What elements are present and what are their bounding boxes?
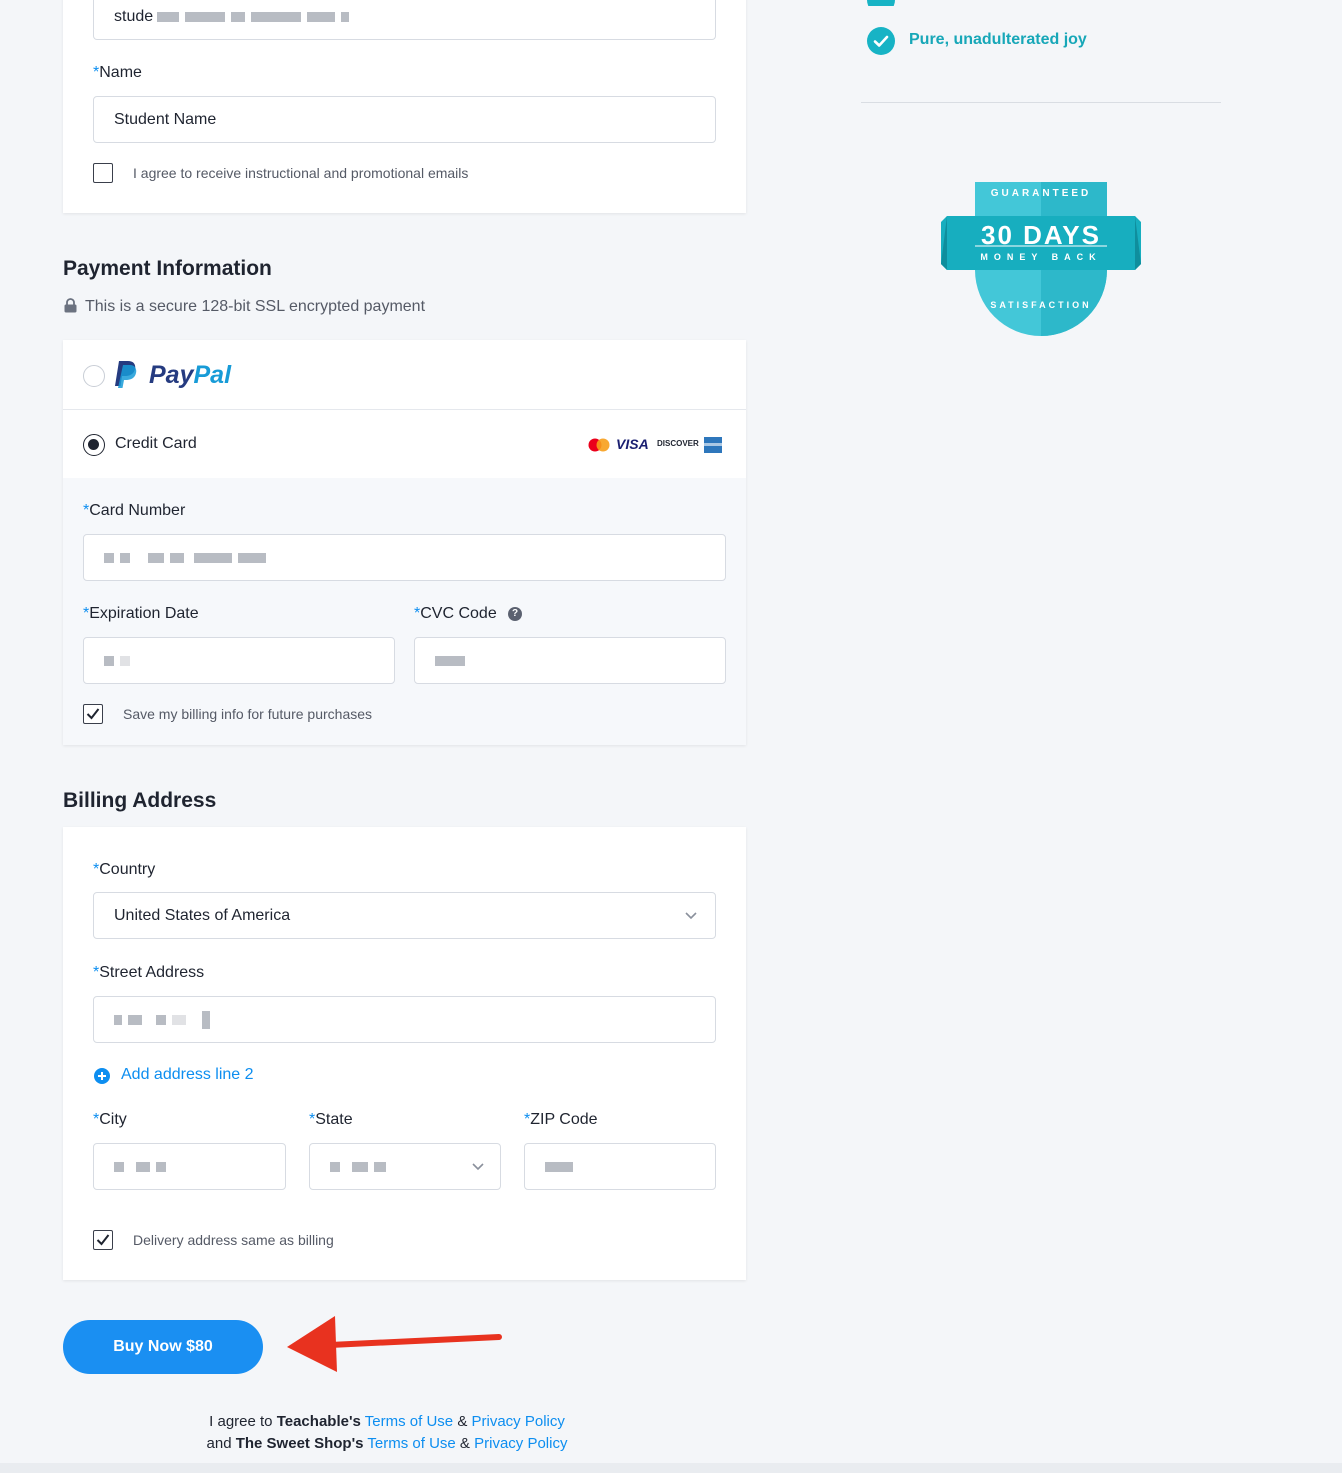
payment-card: PayPal Credit Card VISA DISCOVER *Card N… (63, 340, 746, 745)
state-select[interactable] (309, 1143, 501, 1190)
city-field[interactable] (93, 1143, 286, 1190)
save-billing-checkbox[interactable] (83, 704, 103, 724)
payment-divider (63, 409, 746, 410)
name-field[interactable]: Student Name (93, 96, 716, 143)
guarantee-badge: GUARANTEED 30 DAYS MONEY BACK SATISFACTI… (941, 182, 1141, 338)
state-label: *State (309, 1111, 353, 1128)
secure-note: This is a secure 128-bit SSL encrypted p… (85, 298, 426, 315)
buy-now-button[interactable]: Buy Now $80 (63, 1320, 263, 1374)
shop-terms-link[interactable]: Terms of Use (367, 1435, 455, 1452)
expiration-label: *Expiration Date (83, 605, 199, 622)
billing-card: *Country United States of America *Stree… (63, 827, 746, 1280)
country-label: *Country (93, 861, 156, 878)
card-number-label: *Card Number (83, 502, 186, 519)
expiration-field[interactable] (83, 637, 395, 684)
credit-card-radio[interactable] (83, 434, 105, 456)
add-circle-icon[interactable] (94, 1068, 110, 1084)
payment-title: Payment Information (63, 257, 272, 280)
save-billing-label: Save my billing info for future purchase… (123, 706, 373, 722)
lock-icon (64, 298, 77, 318)
delivery-same-checkbox[interactable] (93, 1230, 113, 1250)
buy-now-label: Buy Now $80 (113, 1338, 213, 1355)
teachable-terms-link[interactable]: Terms of Use (365, 1413, 453, 1430)
chevron-down-icon (472, 1163, 484, 1171)
emails-checkbox[interactable] (93, 163, 113, 183)
street-field[interactable] (93, 996, 716, 1043)
emails-checkbox-label: I agree to receive instructional and pro… (133, 165, 469, 181)
street-label: *Street Address (93, 964, 205, 981)
billing-title: Billing Address (63, 789, 217, 812)
legal-line-1: I agree to Teachable's Terms of Use & Pr… (209, 1413, 565, 1430)
red-arrow-icon (285, 1312, 505, 1379)
email-field[interactable]: stude (93, 0, 716, 40)
sidebar-divider (861, 102, 1221, 103)
zip-label: *ZIP Code (524, 1111, 598, 1128)
shop-privacy-link[interactable]: Privacy Policy (474, 1435, 567, 1452)
page-footer-band (0, 1463, 1342, 1473)
help-icon[interactable]: ? (508, 607, 522, 621)
credit-card-label: Credit Card (115, 435, 197, 452)
chevron-down-icon (685, 912, 697, 920)
feature-text: Pure, unadulterated joy (909, 31, 1087, 48)
badge-bottom-text: SATISFACTION (990, 300, 1092, 310)
add-address-line2-link[interactable]: Add address line 2 (121, 1066, 254, 1084)
name-label: *Name (93, 64, 142, 81)
amex-icon (704, 437, 722, 453)
country-select[interactable]: United States of America (93, 892, 716, 939)
mastercard-icon (588, 438, 610, 457)
sidebar-partial-check-icon (867, 0, 895, 6)
cvc-label: *CVC Code (414, 605, 497, 622)
zip-field[interactable] (524, 1143, 716, 1190)
visa-icon: VISA (616, 436, 649, 452)
badge-top-text: GUARANTEED (990, 188, 1092, 199)
badge-main-text: 30 DAYS (981, 220, 1101, 250)
city-label: *City (93, 1111, 127, 1128)
delivery-same-label: Delivery address same as billing (133, 1232, 334, 1248)
paypal-radio[interactable] (83, 365, 105, 387)
badge-sub-text: MONEY BACK (980, 252, 1102, 262)
teachable-privacy-link[interactable]: Privacy Policy (472, 1413, 565, 1430)
card-number-field[interactable] (83, 534, 726, 581)
paypal-wordmark: PayPal (149, 361, 232, 389)
account-card: stude *Name Student Name I agree to rece… (63, 0, 746, 213)
feature-check-icon (867, 27, 895, 55)
paypal-logo-icon[interactable] (113, 359, 139, 394)
discover-icon: DISCOVER (657, 439, 699, 448)
cvc-field[interactable] (414, 637, 726, 684)
legal-line-2: and The Sweet Shop's Terms of Use & Priv… (206, 1435, 568, 1452)
